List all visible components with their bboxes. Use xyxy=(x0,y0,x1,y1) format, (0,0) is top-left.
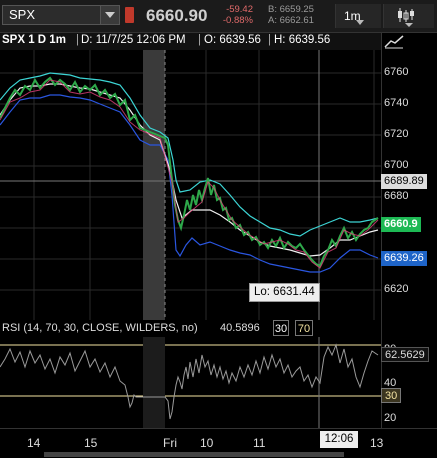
chart-title: SPX 1 D 1m xyxy=(2,34,66,46)
moving-average xyxy=(0,83,379,257)
divider: | xyxy=(198,34,201,46)
time-tick: 14 xyxy=(27,436,41,450)
ask-price: A: 6662.61 xyxy=(268,15,314,26)
bid-ask-block: B: 6659.25 A: 6662.61 xyxy=(268,4,314,26)
rsi-header: RSI (14, 70, 30, CLOSE, WILDERS, no) 40.… xyxy=(0,320,382,337)
upper-band xyxy=(0,72,379,237)
chevron-down-icon[interactable] xyxy=(100,6,119,24)
bar-date: D: 11/7/25 12:06 PM xyxy=(81,34,186,46)
price-tick: 6700 xyxy=(384,159,409,171)
chart-info-row: SPX 1 D 1m | D: 11/7/25 12:06 PM | O: 66… xyxy=(0,33,382,50)
change-block: -59.42 -0.88% xyxy=(221,4,253,26)
rsi-title: RSI (14, 70, 30, CLOSE, WILDERS, no) xyxy=(2,322,198,334)
time-tick: Fri xyxy=(163,436,177,450)
symbol-selector[interactable]: SPX xyxy=(2,5,120,25)
price-tick: 6740 xyxy=(384,97,409,109)
last-price: 6660.90 xyxy=(146,6,208,25)
divider: | xyxy=(76,34,79,46)
price-gridlines xyxy=(0,50,381,320)
chevron-down-icon xyxy=(356,20,364,25)
rsi-value: 40.5896 xyxy=(220,322,260,334)
alert-flag-icon[interactable] xyxy=(125,7,134,23)
rsi-oversold-level: 30 xyxy=(273,320,289,336)
candlestick-icon xyxy=(398,8,414,22)
top-toolbar: SPX 6660.90 -59.42 -0.88% B: 6659.25 A: … xyxy=(0,0,437,33)
auto-scale-icon[interactable] xyxy=(383,34,405,50)
net-change: -59.42 xyxy=(226,4,253,15)
price-tick: 6760 xyxy=(384,66,409,78)
price-tick: 6720 xyxy=(384,128,409,140)
time-tick: 11 xyxy=(253,436,266,450)
session-gap-shade xyxy=(143,50,165,320)
session-gap-shade xyxy=(143,337,165,428)
rsi-level-label: 30 xyxy=(381,388,401,403)
rsi-line xyxy=(0,343,379,420)
timeframe-selector[interactable]: 1m xyxy=(335,4,381,28)
bid-price: B: 6659.25 xyxy=(268,4,314,15)
divider: | xyxy=(268,34,271,46)
time-tick: 15 xyxy=(84,436,98,450)
chart-type-selector[interactable] xyxy=(383,4,434,28)
cursor-price-label: 6689.89 xyxy=(381,174,427,189)
bar-open: O: 6639.56 xyxy=(204,34,261,46)
band-price-label: 6639.26 xyxy=(381,251,427,266)
lower-band xyxy=(0,94,379,273)
time-tick: 10 xyxy=(200,436,214,450)
rsi-current-label: 62.5629 xyxy=(381,347,429,362)
time-tick: 13 xyxy=(370,436,384,450)
chevron-down-icon xyxy=(405,23,413,27)
symbol-text: SPX xyxy=(9,7,36,22)
rsi-chart[interactable] xyxy=(0,337,381,428)
price-series xyxy=(0,76,379,268)
cursor-time-label: 12:06 xyxy=(320,431,358,448)
price-tick: 6680 xyxy=(384,190,409,202)
bar-high: H: 6639.56 xyxy=(274,34,331,46)
low-price-callout: Lo: 6631.44 xyxy=(249,283,320,302)
rsi-tick: 20 xyxy=(384,412,397,424)
price-tick: 6620 xyxy=(384,283,409,295)
time-scrollbar[interactable] xyxy=(44,452,344,457)
price-chart[interactable] xyxy=(0,50,381,320)
pct-change: -0.88% xyxy=(222,15,253,26)
price-series-down xyxy=(0,79,379,269)
last-price-label: 6660.9 xyxy=(381,217,421,232)
rsi-overbought-level: 70 xyxy=(295,320,313,336)
